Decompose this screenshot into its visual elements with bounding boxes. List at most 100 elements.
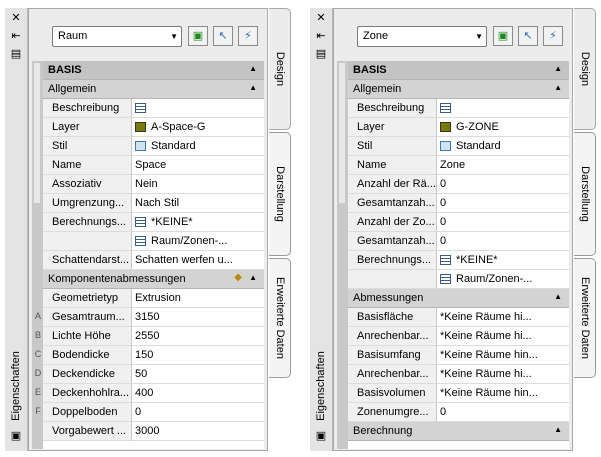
style-icon[interactable] <box>440 141 451 151</box>
property-row[interactable]: Layer A-Space-G <box>43 118 264 137</box>
layer-color-icon[interactable] <box>440 122 451 132</box>
collapse-icon[interactable]: ▲ <box>249 83 257 92</box>
property-value[interactable]: *Keine Räume hi... <box>437 365 569 384</box>
document-icon[interactable] <box>440 255 451 265</box>
tab-design[interactable]: Design <box>574 8 596 130</box>
property-row[interactable]: Beschreibung <box>348 99 569 118</box>
property-value[interactable]: 0 <box>437 403 569 422</box>
property-value[interactable]: *Keine Räume hi... <box>437 327 569 346</box>
property-row[interactable]: Berechnungs... *KEINE* <box>43 213 264 232</box>
property-value[interactable]: *Keine Räume hi... <box>437 308 569 327</box>
property-value[interactable]: Zone <box>437 156 569 175</box>
property-value[interactable]: Standard <box>437 137 569 156</box>
section-berechnung[interactable]: Berechnung ▲ <box>348 422 569 441</box>
property-row[interactable]: Basisfläche *Keine Räume hi... <box>348 308 569 327</box>
property-value[interactable]: Raum/Zonen-... <box>132 232 264 251</box>
collapse-icon[interactable]: ▲ <box>554 64 562 73</box>
property-row[interactable]: A Gesamtraum... 3150 <box>35 308 264 327</box>
property-value[interactable]: 400 <box>132 384 264 403</box>
tab-design[interactable]: Design <box>269 8 291 130</box>
property-value[interactable]: 0 <box>437 194 569 213</box>
property-row[interactable]: Stil Standard <box>43 137 264 156</box>
property-row[interactable]: C Bodendicke 150 <box>35 346 264 365</box>
property-value[interactable]: 3150 <box>132 308 264 327</box>
section-komponentenabmessungen[interactable]: Komponentenabmessungen ◆ ▲ <box>43 270 264 289</box>
property-row[interactable]: Gesamtanzah... 0 <box>348 194 569 213</box>
property-row[interactable]: Raum/Zonen-... <box>348 270 569 289</box>
property-row[interactable]: Umgrenzung... Nach Stil <box>43 194 264 213</box>
lightbulb-icon[interactable]: ◆ <box>234 272 242 283</box>
section-allgemein[interactable]: Allgemein ▲ <box>43 80 264 99</box>
property-value[interactable]: Nein <box>132 175 264 194</box>
property-row[interactable]: Geometrietyp Extrusion <box>43 289 264 308</box>
property-row[interactable]: Basisvolumen *Keine Räume hin... <box>348 384 569 403</box>
property-value[interactable]: Extrusion <box>132 289 264 308</box>
collapse-icon[interactable]: ▲ <box>554 83 562 92</box>
close-icon[interactable]: ✕ <box>314 12 328 25</box>
document-icon[interactable] <box>135 217 146 227</box>
object-type-select[interactable]: Raum ▼ <box>52 26 182 47</box>
document-icon[interactable] <box>135 236 146 246</box>
property-value[interactable]: *Keine Räume hin... <box>437 346 569 365</box>
collapse-icon[interactable]: ▲ <box>249 273 257 282</box>
palette-settings-icon[interactable]: ▣ <box>314 430 328 443</box>
property-value[interactable]: Standard <box>132 137 264 156</box>
collapse-icon[interactable]: ▲ <box>554 425 562 434</box>
property-value[interactable]: 0 <box>132 403 264 422</box>
property-value[interactable]: Nach Stil <box>132 194 264 213</box>
property-row[interactable]: Name Space <box>43 156 264 175</box>
close-icon[interactable]: ✕ <box>9 12 23 25</box>
section-basis[interactable]: BASIS ▲ <box>348 61 569 80</box>
property-row[interactable]: F Doppelboden 0 <box>35 403 264 422</box>
section-abmessungen[interactable]: Abmessungen ▲ <box>348 289 569 308</box>
collapse-icon[interactable]: ▲ <box>249 64 257 73</box>
property-value[interactable]: 2550 <box>132 327 264 346</box>
property-row[interactable]: Anzahl der Rä... 0 <box>348 175 569 194</box>
property-value[interactable] <box>437 99 569 118</box>
property-value[interactable]: 3000 <box>132 422 264 441</box>
properties-menu-icon[interactable]: ▤ <box>314 48 328 61</box>
auto-hide-icon[interactable]: ⇤ <box>9 30 23 43</box>
property-row[interactable]: E Deckenhohlra... 400 <box>35 384 264 403</box>
quick-select-icon[interactable]: ⚡ <box>238 26 258 46</box>
property-row[interactable]: Vorgabewert ... 3000 <box>43 422 264 441</box>
property-row[interactable]: Zonenumgre... 0 <box>348 403 569 422</box>
collapse-icon[interactable]: ▲ <box>554 292 562 301</box>
document-icon[interactable] <box>440 103 451 113</box>
property-value[interactable]: Space <box>132 156 264 175</box>
section-basis[interactable]: BASIS ▲ <box>43 61 264 80</box>
property-row[interactable]: Assoziativ Nein <box>43 175 264 194</box>
property-row[interactable]: Raum/Zonen-... <box>43 232 264 251</box>
property-row[interactable]: Schattendarst... Schatten werfen u... <box>43 251 264 270</box>
property-row[interactable]: Stil Standard <box>348 137 569 156</box>
auto-hide-icon[interactable]: ⇤ <box>314 30 328 43</box>
document-icon[interactable] <box>135 103 146 113</box>
property-value[interactable] <box>132 99 264 118</box>
property-row[interactable]: Anrechenbar... *Keine Räume hi... <box>348 327 569 346</box>
section-allgemein[interactable]: Allgemein ▲ <box>348 80 569 99</box>
property-value[interactable]: *KEINE* <box>132 213 264 232</box>
property-row[interactable]: Name Zone <box>348 156 569 175</box>
property-row[interactable]: Basisumfang *Keine Räume hin... <box>348 346 569 365</box>
property-row[interactable]: Berechnungs... *KEINE* <box>348 251 569 270</box>
select-objects-icon[interactable]: ↖ <box>518 26 538 46</box>
property-value[interactable]: 0 <box>437 175 569 194</box>
property-value[interactable]: A-Space-G <box>132 118 264 137</box>
property-row[interactable]: B Lichte Höhe 2550 <box>35 327 264 346</box>
property-value[interactable]: Raum/Zonen-... <box>437 270 569 289</box>
property-value[interactable]: 0 <box>437 213 569 232</box>
quick-select-icon[interactable]: ⚡ <box>543 26 563 46</box>
object-type-select[interactable]: Zone ▼ <box>357 26 487 47</box>
property-row[interactable]: Anzahl der Zo... 0 <box>348 213 569 232</box>
select-objects-icon[interactable]: ↖ <box>213 26 233 46</box>
property-value[interactable]: Schatten werfen u... <box>132 251 264 270</box>
tab-darstellung[interactable]: Darstellung <box>269 132 291 256</box>
tab-erweiterte-daten[interactable]: Erweiterte Daten <box>574 258 596 378</box>
properties-menu-icon[interactable]: ▤ <box>9 48 23 61</box>
document-icon[interactable] <box>440 274 451 284</box>
property-value[interactable]: G-ZONE <box>437 118 569 137</box>
property-row[interactable]: Beschreibung <box>43 99 264 118</box>
add-selection-icon[interactable]: ▣ <box>188 26 208 46</box>
property-value[interactable]: *Keine Räume hin... <box>437 384 569 403</box>
property-row[interactable]: Anrechenbar... *Keine Räume hi... <box>348 365 569 384</box>
